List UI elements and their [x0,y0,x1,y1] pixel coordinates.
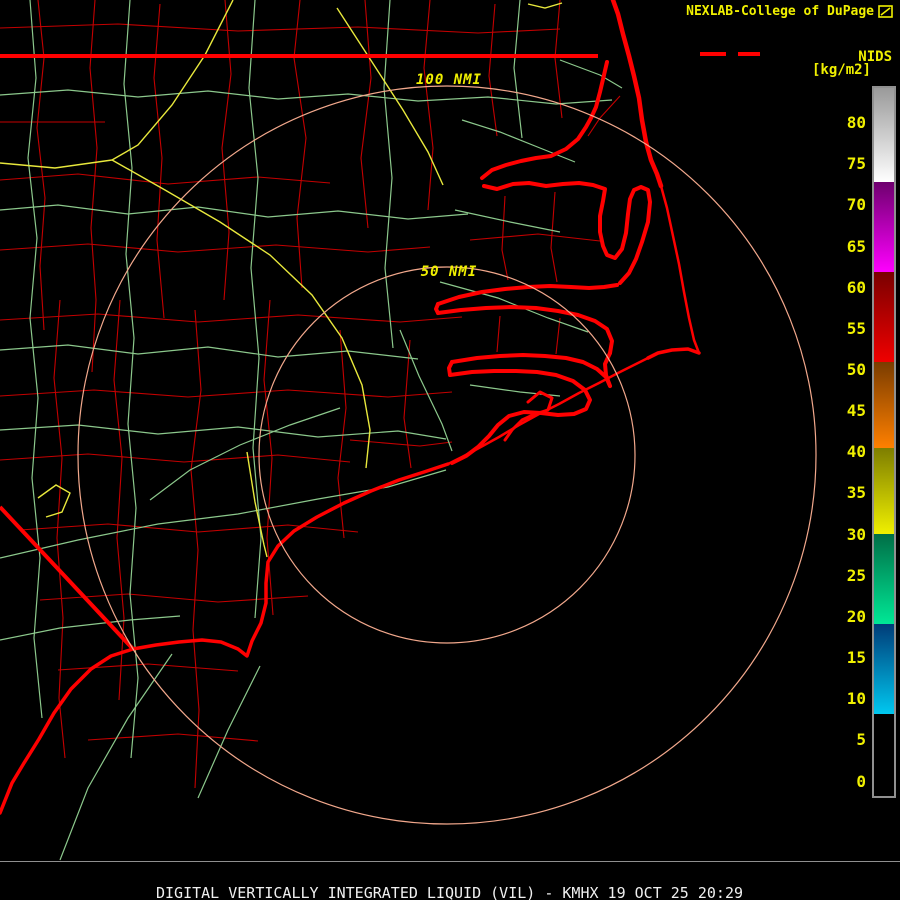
colorbar-tick-label: 5 [856,730,866,750]
colorbar-tick-label: 65 [846,236,866,256]
colorbar-tick-label: 80 [846,113,866,133]
colorbar-tick-label: 55 [846,318,866,338]
colorbar-tick-label: 60 [846,277,866,297]
legend-units: [kg/m2] [811,62,871,78]
colorbar-tick-label: 50 [846,359,866,379]
colorbar-tick-label: 75 [846,154,866,174]
colorbar-tick-label: 25 [846,565,866,585]
range-ring-100-label: 100 NMI [416,72,482,88]
colorbar-tick-label: 30 [846,524,866,544]
header-bar: NEXLAB-College of DuPage [686,4,893,19]
header-title: NEXLAB-College of DuPage [686,4,874,19]
range-ring-50-label: 50 NMI [421,264,478,280]
county-boundary-lines [0,0,621,789]
colorbar-tick-label: 35 [846,483,866,503]
colorbar-tick-label: 15 [846,648,866,668]
colorbar-tick-label: 70 [846,195,866,215]
product-caption: DIGITAL VERTICALLY INTEGRATED LIQUID (VI… [156,884,743,900]
colorbar-tick-label: 10 [846,689,866,709]
colorbar-tick-label: 40 [846,442,866,462]
colorbar-tick-label: 0 [856,771,866,791]
colorbar-tick-label: 20 [846,606,866,626]
colorbar-tick-label: 45 [846,401,866,421]
footer-separator-line [0,861,900,862]
range-ring-100nmi [77,85,817,825]
range-rings: 100 NMI 50 NMI [77,72,817,825]
colorbar [872,86,896,798]
radar-map: 100 NMI 50 NMI [0,0,817,861]
road-lines [0,0,623,861]
radar-display: 100 NMI 50 NMI NEXLAB-College of DuPage … [0,0,900,900]
college-of-dupage-logo-icon [878,5,893,18]
range-ring-50nmi [258,266,636,644]
